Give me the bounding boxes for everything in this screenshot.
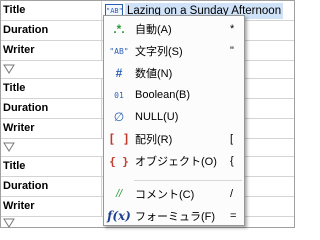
menu-item-number[interactable]: # 数値(N) bbox=[105, 62, 244, 84]
string-type-icon: "AB" bbox=[109, 46, 129, 56]
menu-item-label: 文字列(S) bbox=[135, 46, 183, 58]
menu-item-shortcut: " bbox=[230, 45, 234, 57]
append-row-triangle-icon[interactable] bbox=[3, 64, 15, 75]
menu-item-shortcut: / bbox=[230, 188, 234, 200]
array-type-icon: [ ] bbox=[108, 132, 130, 146]
menu-item-label: オブジェクト(O) bbox=[135, 156, 217, 168]
type-context-menu: .*. 自動(A) * "AB" 文字列(S) " # 数値(N) 01 Boo… bbox=[103, 15, 245, 226]
menu-item-shortcut: { bbox=[230, 155, 234, 167]
menu-item-object[interactable]: { } オブジェクト(O) { bbox=[105, 150, 244, 172]
menu-item-comment[interactable]: // コメント(C) / bbox=[105, 183, 244, 205]
key-cell[interactable]: Duration bbox=[1, 99, 102, 118]
boolean-type-icon: 01 bbox=[114, 90, 124, 100]
menu-item-label: Boolean(B) bbox=[135, 89, 191, 101]
key-cell[interactable]: Title bbox=[1, 157, 102, 176]
formula-icon: f(x) bbox=[107, 209, 131, 223]
key-cell[interactable]: Writer bbox=[1, 119, 102, 138]
menu-item-label: 自動(A) bbox=[135, 24, 172, 36]
key-cell[interactable]: Title bbox=[1, 1, 102, 20]
menu-item-shortcut: [ bbox=[230, 133, 234, 145]
menu-item-shortcut: * bbox=[230, 23, 235, 35]
key-cell[interactable]: Title bbox=[1, 79, 102, 98]
key-cell[interactable]: Duration bbox=[1, 21, 102, 40]
comment-icon: // bbox=[115, 188, 123, 200]
menu-separator bbox=[134, 180, 242, 181]
append-row-triangle-icon[interactable] bbox=[3, 218, 15, 229]
menu-item-shortcut: = bbox=[230, 210, 237, 222]
object-type-icon: { } bbox=[109, 154, 129, 168]
menu-item-formula[interactable]: f(x) フォーミュラ(F) = bbox=[105, 205, 244, 227]
menu-item-array[interactable]: [ ] 配列(R) [ bbox=[105, 128, 244, 150]
menu-item-label: NULL(U) bbox=[135, 111, 179, 123]
append-row-triangle-icon[interactable] bbox=[3, 142, 15, 153]
number-type-icon: # bbox=[115, 66, 123, 80]
auto-type-icon: .*. bbox=[113, 22, 125, 36]
menu-item-label: フォーミュラ(F) bbox=[135, 211, 216, 223]
menu-item-label: コメント(C) bbox=[135, 189, 195, 201]
menu-item-label: 数値(N) bbox=[135, 68, 173, 80]
menu-item-label: 配列(R) bbox=[135, 134, 173, 146]
key-cell[interactable]: Writer bbox=[1, 197, 102, 216]
menu-item-auto[interactable]: .*. 自動(A) * bbox=[105, 18, 244, 40]
null-type-icon: ∅ bbox=[113, 110, 125, 124]
menu-item-boolean[interactable]: 01 Boolean(B) bbox=[105, 84, 244, 106]
menu-item-null[interactable]: ∅ NULL(U) bbox=[105, 106, 244, 128]
key-cell[interactable]: Duration bbox=[1, 177, 102, 196]
menu-item-string[interactable]: "AB" 文字列(S) " bbox=[105, 40, 244, 62]
key-cell[interactable]: Writer bbox=[1, 41, 102, 60]
